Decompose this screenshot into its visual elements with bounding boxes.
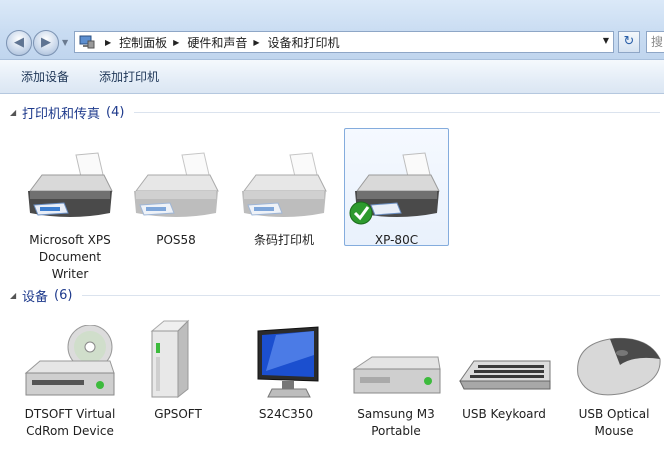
forward-button[interactable]: ▶ <box>33 30 59 56</box>
group-title: 设备 <box>22 290 49 305</box>
item-label: 条码打印机 <box>253 233 314 247</box>
external-drive-icon <box>150 319 190 399</box>
item-label: Document <box>38 250 102 264</box>
device-item[interactable]: USB Keykoard <box>452 325 556 423</box>
device-item[interactable]: DTSOFT Virtual CdRom Device <box>18 324 122 440</box>
breadcrumb-devices-printers[interactable]: 设备和打印机 <box>268 34 340 51</box>
add-device-button[interactable]: 添加设备 <box>12 64 78 89</box>
back-button[interactable]: ◀ <box>6 30 32 56</box>
device-item[interactable]: S24C350 <box>234 325 338 423</box>
printer-icon <box>349 152 440 225</box>
printer-item[interactable]: 条码打印机 <box>232 151 336 249</box>
address-bar[interactable]: ▶ 控制面板 ▶ 硬件和声音 ▶ 设备和打印机 ▼ <box>74 31 614 53</box>
group-count: (6) <box>54 288 73 303</box>
monitor-icon <box>257 326 319 398</box>
chevron-right-icon[interactable]: ▶ <box>173 38 179 47</box>
item-label: USB Keykoard <box>462 407 546 421</box>
printer-icon <box>242 152 327 217</box>
item-label: XP-80C <box>374 233 419 247</box>
device-item[interactable]: GPSOFT <box>126 317 230 423</box>
collapse-triangle-icon[interactable]: ◢ <box>10 108 22 117</box>
group-title: 打印机和传真 <box>22 107 101 122</box>
item-label: Samsung M3 <box>357 407 435 421</box>
chevron-right-icon[interactable]: ▶ <box>253 38 259 47</box>
printer-item[interactable]: POS58 <box>124 151 228 249</box>
search-input[interactable]: 搜 <box>646 31 664 53</box>
device-item[interactable]: USB Optical Mouse <box>562 325 664 440</box>
address-bar-area: ◀ ▶ ▼ ▶ 控制面板 ▶ 硬件和声音 ▶ 设备和打印机 ▼ ↻ 搜 <box>0 0 664 60</box>
group-count: (4) <box>106 105 125 120</box>
printer-icon <box>28 152 113 217</box>
group-header-printers[interactable]: ◢ 打印机和传真 (4) <box>10 103 660 122</box>
cdrom-drive-icon <box>24 324 115 396</box>
item-label: Mouse <box>594 424 634 438</box>
collapse-triangle-icon[interactable]: ◢ <box>10 291 22 300</box>
printer-item[interactable]: Microsoft XPS Document Writer <box>18 151 122 283</box>
device-item[interactable]: Samsung M3 Portable <box>344 325 448 440</box>
item-label: Writer <box>51 267 89 281</box>
printer-icon <box>134 152 219 217</box>
group-header-devices[interactable]: ◢ 设备 (6) <box>10 286 660 305</box>
portable-drive-icon <box>352 356 441 394</box>
printer-item-default[interactable]: XP-80C <box>344 128 449 247</box>
chevron-right-icon[interactable]: ▶ <box>105 38 111 47</box>
recent-pages-dropdown[interactable]: ▼ <box>62 38 68 47</box>
add-printer-button[interactable]: 添加打印机 <box>90 64 168 89</box>
control-panel-icon <box>79 35 95 49</box>
forward-arrow-icon: ▶ <box>41 35 51 50</box>
item-label: CdRom Device <box>26 424 114 438</box>
item-label: Portable <box>371 424 421 438</box>
command-bar: 添加设备 添加打印机 <box>0 60 664 94</box>
item-label: GPSOFT <box>154 407 202 421</box>
breadcrumb-hardware-sound[interactable]: 硬件和声音 <box>187 34 247 51</box>
item-label: Microsoft XPS <box>29 233 111 247</box>
item-label: DTSOFT Virtual <box>24 407 116 421</box>
item-label: USB Optical <box>578 407 650 421</box>
devices-pane: ◢ 打印机和传真 (4) Microsoft XPS Document Writ… <box>0 95 664 452</box>
address-dropdown-icon[interactable]: ▼ <box>603 36 609 45</box>
group-divider <box>134 112 660 113</box>
back-arrow-icon: ◀ <box>14 35 24 50</box>
mouse-icon <box>577 337 661 396</box>
item-label: S24C350 <box>258 407 314 421</box>
group-divider <box>82 295 660 296</box>
breadcrumb-control-panel[interactable]: 控制面板 <box>119 34 167 51</box>
refresh-button[interactable]: ↻ <box>618 31 640 53</box>
item-label: POS58 <box>156 233 196 247</box>
keyboard-icon <box>459 360 551 390</box>
